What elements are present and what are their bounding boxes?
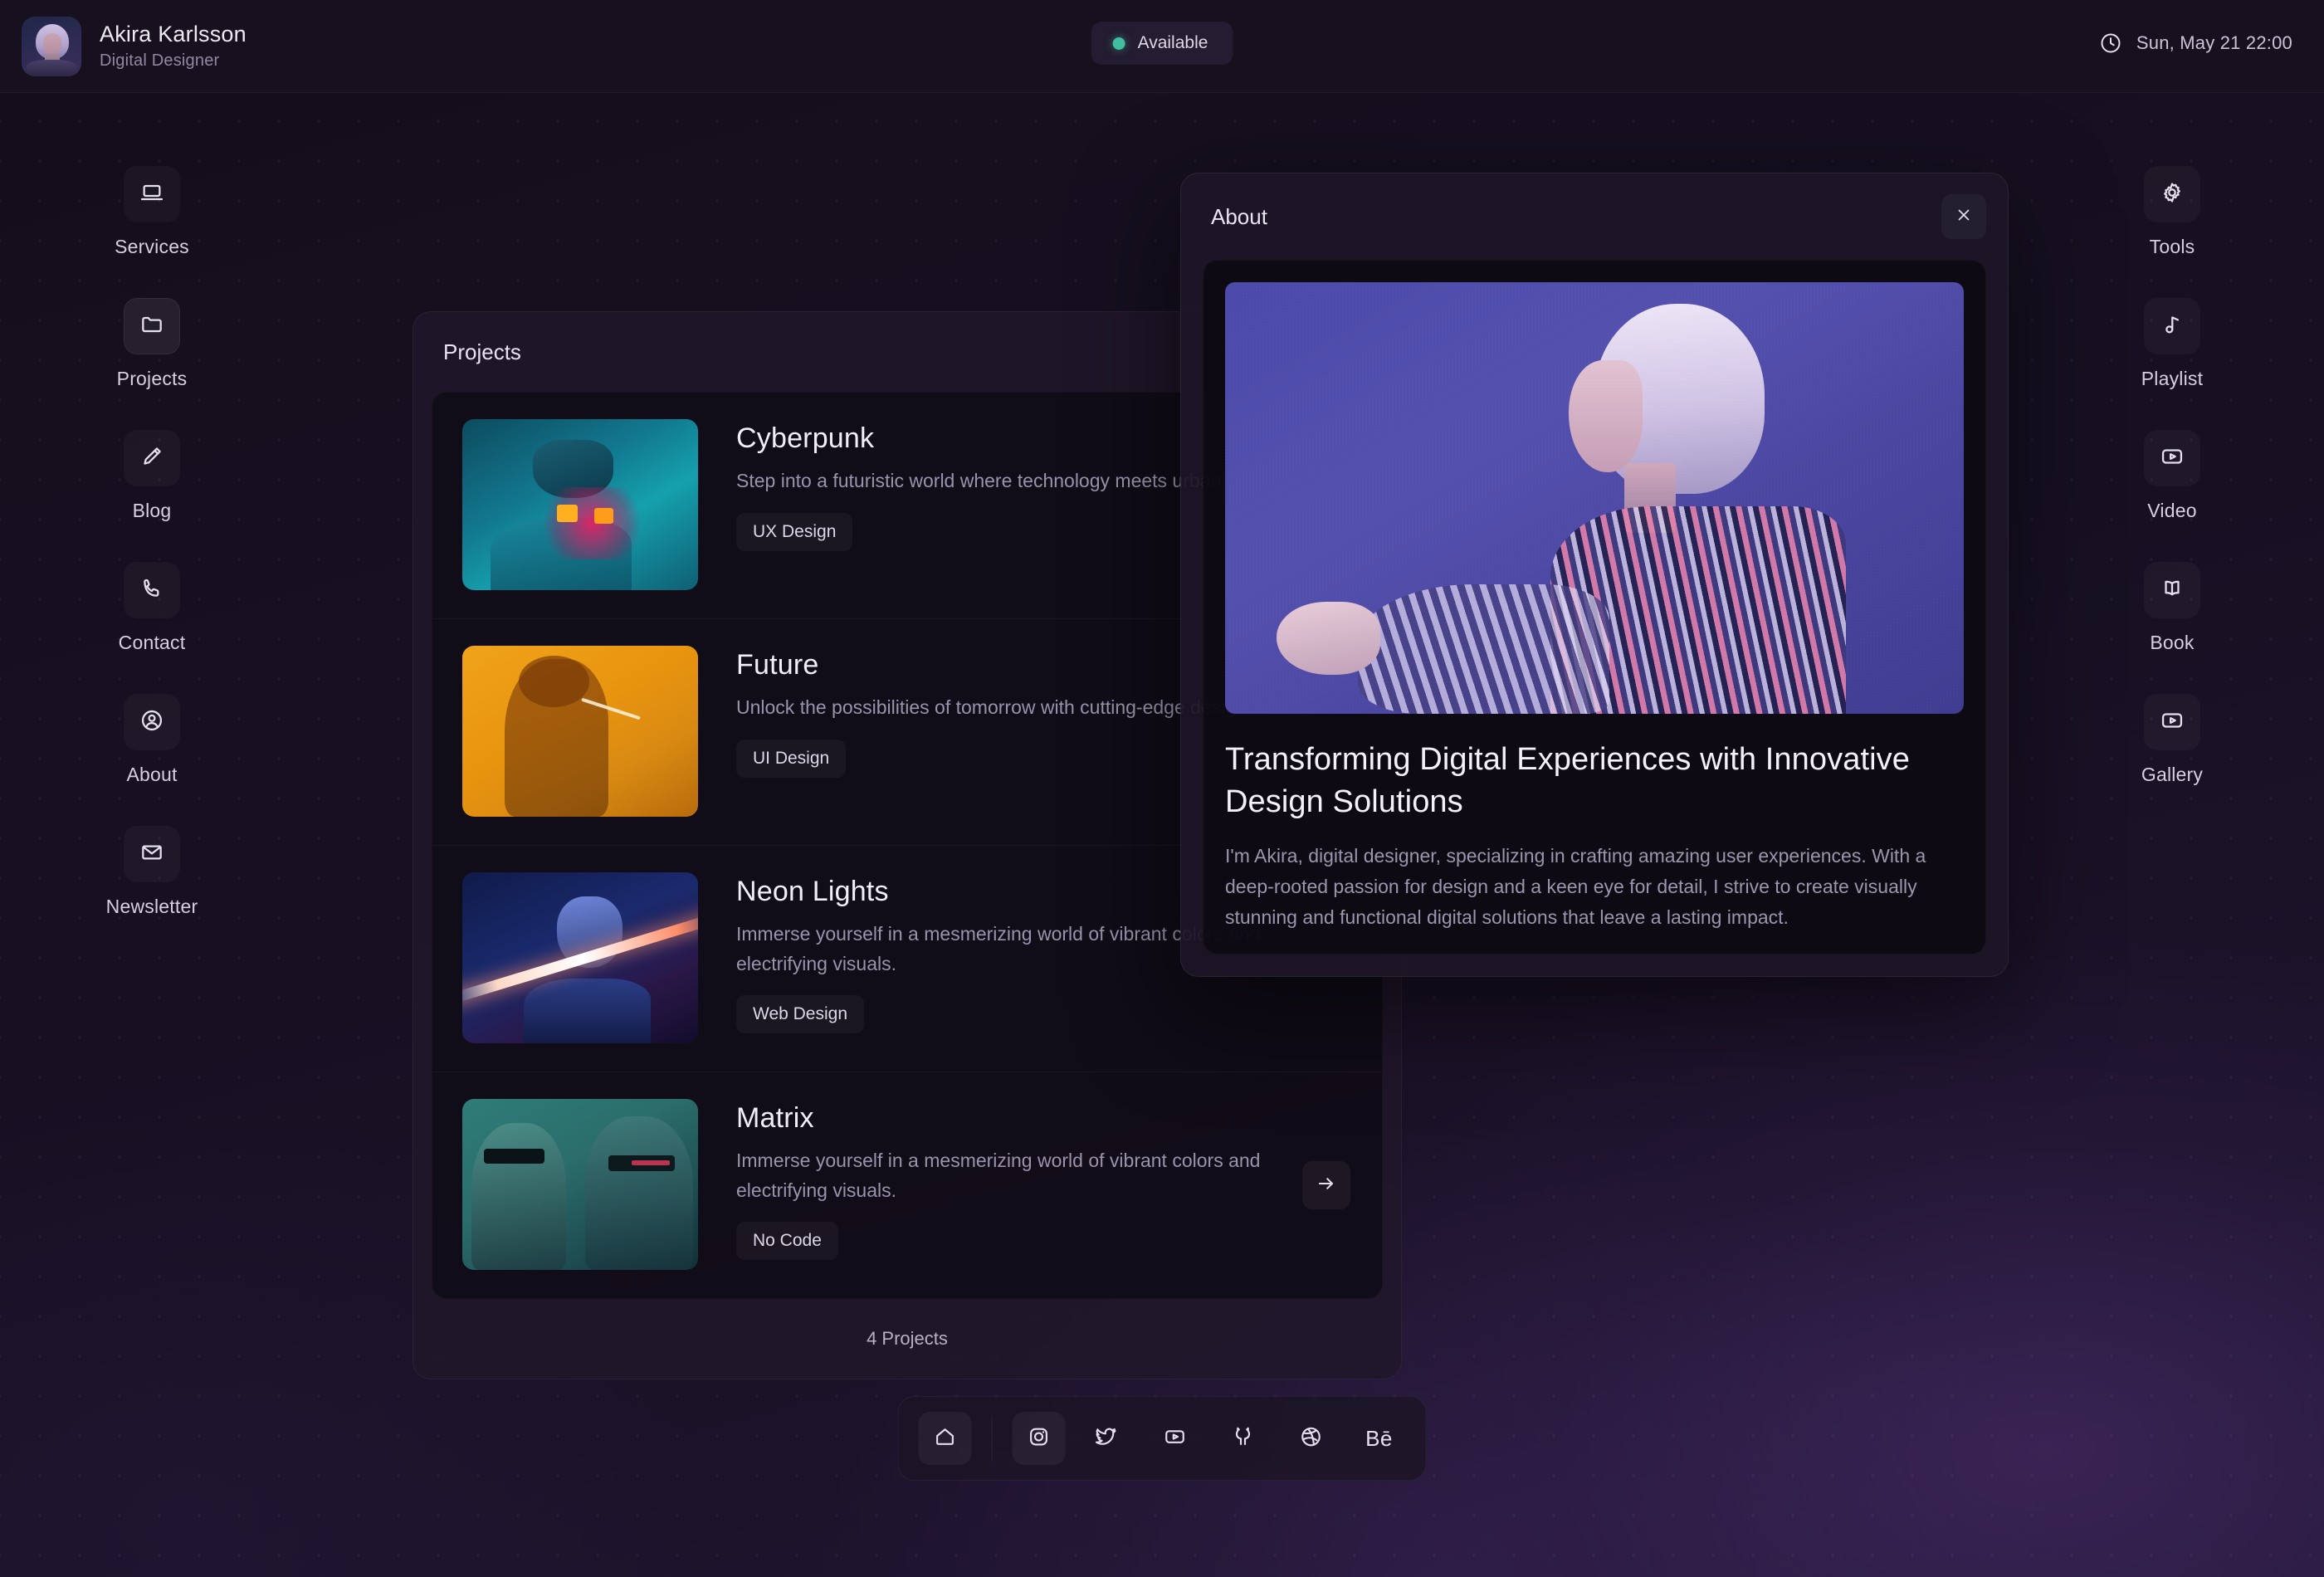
close-icon <box>1954 205 1974 229</box>
envelope-icon <box>139 839 165 870</box>
twitter-icon <box>1095 1424 1120 1453</box>
arrow-right-icon <box>1315 1172 1338 1199</box>
about-heading: Transforming Digital Experiences with In… <box>1225 742 1910 819</box>
user-name: Akira Karlsson <box>100 21 247 46</box>
user-circle-icon <box>139 707 165 738</box>
pencil-icon <box>139 443 165 474</box>
music-note-icon <box>2159 311 2185 342</box>
page-title: Projects <box>443 339 521 364</box>
sidebar-label: Gallery <box>2141 764 2204 785</box>
social-dock: Bē <box>897 1396 1427 1481</box>
folder-icon <box>139 311 165 342</box>
list-item[interactable]: Matrix Immerse yourself in a mesmerizing… <box>432 1072 1382 1298</box>
dock-divider <box>991 1415 993 1462</box>
app-root: Akira Karlsson Digital Designer Availabl… <box>0 0 2324 1577</box>
project-tag[interactable]: Web Design <box>736 995 865 1034</box>
phone-icon <box>139 575 165 606</box>
dribbble-icon <box>1299 1424 1324 1453</box>
youtube-button[interactable] <box>1149 1412 1202 1465</box>
gear-icon <box>2159 179 2185 210</box>
twitter-button[interactable] <box>1081 1412 1134 1465</box>
about-modal-body: Transforming Digital Experiences with In… <box>1203 260 1986 955</box>
github-icon <box>1231 1424 1256 1453</box>
about-modal-header: About <box>1181 173 2008 260</box>
sidebar-label: About <box>126 764 178 785</box>
project-title: Matrix <box>736 1102 814 1134</box>
sidebar-label: Projects <box>116 368 188 389</box>
github-button[interactable] <box>1217 1412 1270 1465</box>
sidebar-label: Contact <box>118 632 186 653</box>
project-description: Immerse yourself in a mesmerizing world … <box>736 1150 1261 1201</box>
sidebar-item-newsletter[interactable]: Newsletter <box>106 826 198 918</box>
avatar <box>22 17 81 76</box>
project-thumbnail <box>462 872 698 1043</box>
right-nav-rail: Tools Playlist Video Book Gallery <box>2077 166 2268 786</box>
clock-icon <box>2099 32 2122 55</box>
home-button[interactable] <box>918 1412 972 1465</box>
laptop-icon <box>139 179 165 210</box>
projects-count: 4 Projects <box>867 1328 948 1349</box>
project-open-button[interactable] <box>1302 1161 1350 1209</box>
sidebar-item-tools[interactable]: Tools <box>2144 166 2200 258</box>
project-thumbnail <box>462 646 698 817</box>
sidebar-item-contact[interactable]: Contact <box>119 562 186 654</box>
instagram-button[interactable] <box>1012 1412 1066 1465</box>
project-tag[interactable]: No Code <box>736 1222 838 1261</box>
sidebar-label: Services <box>115 236 189 257</box>
sidebar-item-projects[interactable]: Projects <box>117 298 188 390</box>
sidebar-item-video[interactable]: Video <box>2144 430 2200 522</box>
about-description: I'm Akira, digital designer, specializin… <box>1225 845 1926 928</box>
sidebar-label: Blog <box>132 500 172 521</box>
video-play-icon <box>2159 443 2185 474</box>
behance-icon: Bē <box>1365 1425 1393 1451</box>
close-button[interactable] <box>1941 194 1986 239</box>
sidebar-item-about[interactable]: About <box>124 694 180 786</box>
project-tag[interactable]: UX Design <box>736 512 853 551</box>
behance-button[interactable]: Bē <box>1353 1412 1406 1465</box>
user-role: Digital Designer <box>100 51 220 71</box>
dribbble-button[interactable] <box>1285 1412 1338 1465</box>
youtube-icon <box>1163 1424 1188 1453</box>
project-thumbnail <box>462 419 698 590</box>
status-label: Available <box>1137 33 1208 52</box>
about-portrait-image <box>1225 282 1964 714</box>
sidebar-label: Tools <box>2149 236 2195 257</box>
sidebar-item-blog[interactable]: Blog <box>124 430 180 522</box>
status-badge[interactable]: Available <box>1091 22 1233 65</box>
sidebar-item-gallery[interactable]: Gallery <box>2141 694 2203 786</box>
home-icon <box>933 1424 958 1453</box>
open-book-icon <box>2159 575 2185 606</box>
brand-block: Akira Karlsson Digital Designer <box>22 17 247 76</box>
sidebar-label: Newsletter <box>105 896 198 917</box>
sidebar-label: Playlist <box>2141 368 2204 389</box>
about-modal-title: About <box>1211 203 1267 229</box>
top-bar: Akira Karlsson Digital Designer Availabl… <box>0 0 2324 93</box>
clock-text: Sun, May 21 22:00 <box>2136 32 2292 53</box>
clock: Sun, May 21 22:00 <box>2099 32 2292 55</box>
sidebar-item-playlist[interactable]: Playlist <box>2141 298 2203 390</box>
video-play-icon <box>2159 707 2185 738</box>
sidebar-item-book[interactable]: Book <box>2144 562 2200 654</box>
project-tag[interactable]: UI Design <box>736 739 847 778</box>
status-dot-icon <box>1112 37 1125 50</box>
sidebar-label: Video <box>2147 500 2197 521</box>
project-thumbnail <box>462 1099 698 1270</box>
left-nav-rail: Services Projects Blog Contact About New… <box>56 166 247 918</box>
about-modal: About Transforming Digital Experiences w… <box>1180 173 2009 978</box>
sidebar-label: Book <box>2150 632 2195 653</box>
instagram-icon <box>1027 1424 1052 1453</box>
sidebar-item-services[interactable]: Services <box>115 166 189 258</box>
